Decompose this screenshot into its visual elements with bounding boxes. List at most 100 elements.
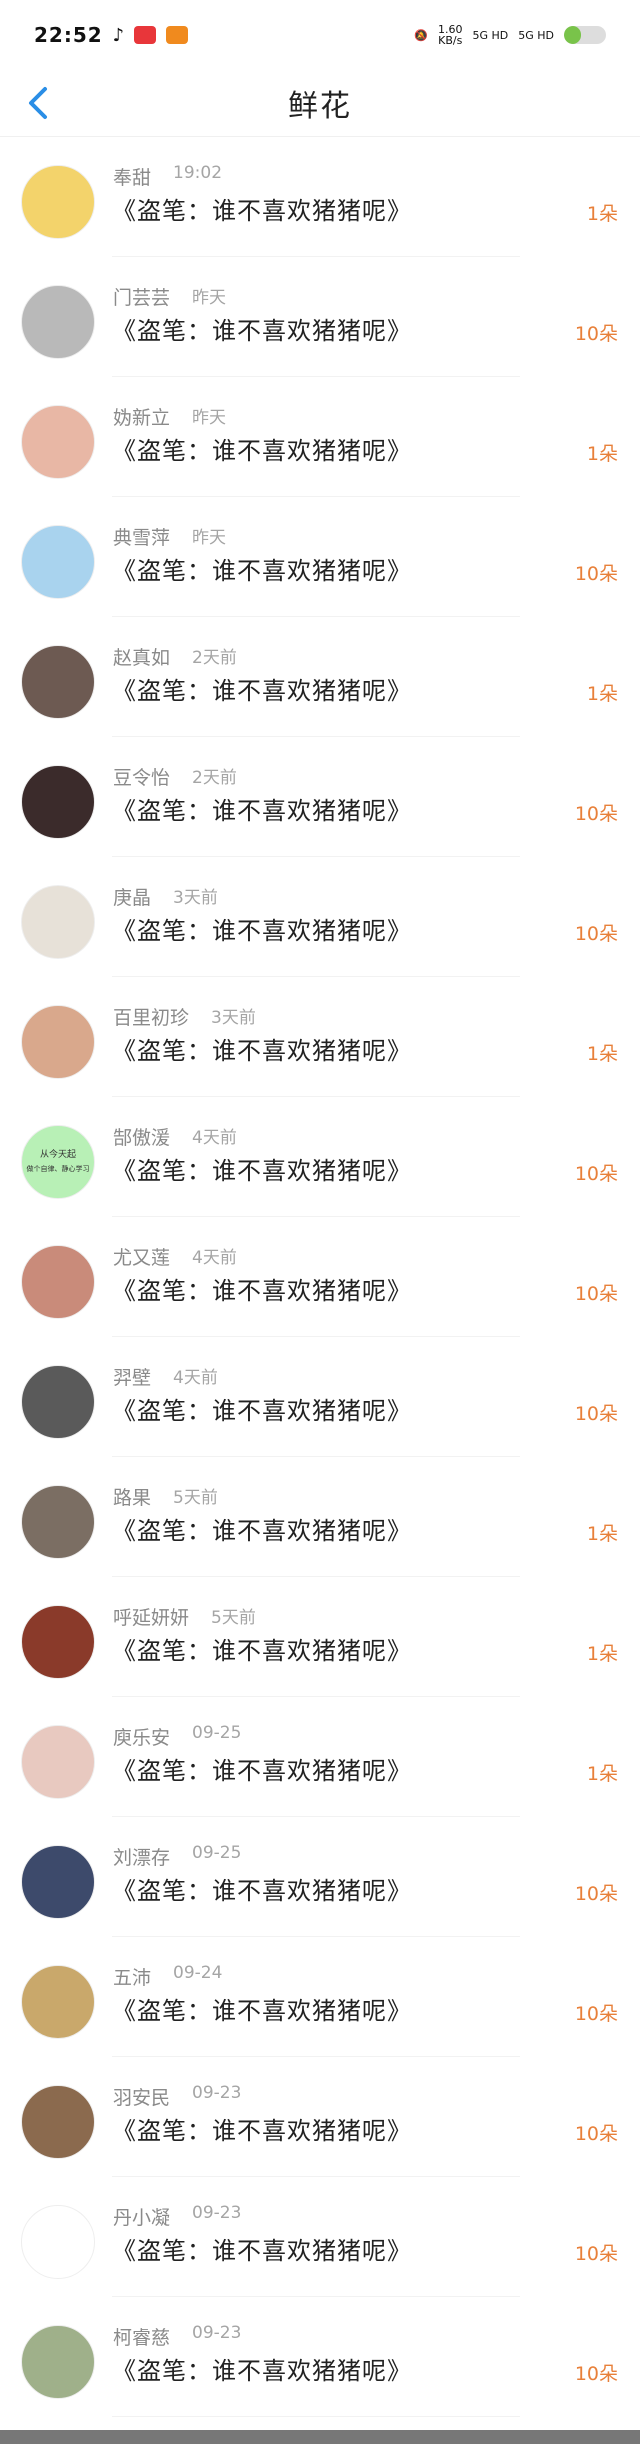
sender-name: 庚晶 <box>113 887 152 909</box>
page-title: 鲜花 <box>288 89 352 124</box>
flower-count: 1朵 <box>586 1763 618 1785</box>
avatar[interactable] <box>21 1845 95 1919</box>
avatar[interactable] <box>21 645 95 719</box>
taobao-icon <box>166 26 189 44</box>
list-item[interactable]: 门芸芸 昨天 《盗笔：谁不喜欢猪猪呢》 10朵 <box>0 257 640 377</box>
nav-bar: 鲜花 <box>0 70 640 137</box>
sender-name: 羽安民 <box>113 2087 171 2109</box>
book-title: 《盗笔：谁不喜欢猪猪呢》 <box>112 2237 412 2265</box>
sender-name: 郜傲湲 <box>113 1127 171 1149</box>
list-item[interactable]: 庾乐安 09-25 《盗笔：谁不喜欢猪猪呢》 1朵 <box>0 1697 640 1817</box>
list-item[interactable]: 羽安民 09-23 《盗笔：谁不喜欢猪猪呢》 10朵 <box>0 2057 640 2177</box>
book-title: 《盗笔：谁不喜欢猪猪呢》 <box>112 1637 412 1665</box>
sent-time: 3天前 <box>173 888 218 908</box>
book-title: 《盗笔：谁不喜欢猪猪呢》 <box>112 1157 412 1185</box>
list-item[interactable]: 五沛 09-24 《盗笔：谁不喜欢猪猪呢》 10朵 <box>0 1937 640 2057</box>
list-item[interactable]: 刘漂存 09-25 《盗笔：谁不喜欢猪猪呢》 10朵 <box>0 1817 640 1937</box>
status-bar: 22:52 ♪ 🔕 1.60 KB/s 5G HD 5G HD <box>0 0 640 70</box>
sent-time: 2天前 <box>192 648 237 668</box>
name-line: 奉甜 19:02 <box>113 163 222 190</box>
sent-time: 19:02 <box>173 163 223 183</box>
app-badge-icon <box>134 26 157 44</box>
flower-count: 10朵 <box>574 2003 618 2025</box>
flower-count: 10朵 <box>574 2363 618 2385</box>
name-line: 庚晶 3天前 <box>113 883 218 910</box>
avatar[interactable] <box>21 1485 95 1559</box>
flower-count: 1朵 <box>586 1043 618 1065</box>
avatar-text: 从今天起 <box>39 1150 76 1160</box>
sender-name: 门芸芸 <box>113 287 171 309</box>
sent-time: 09-23 <box>192 2323 242 2343</box>
sent-time: 3天前 <box>211 1008 256 1028</box>
list-item[interactable]: 豆令怡 2天前 《盗笔：谁不喜欢猪猪呢》 10朵 <box>0 737 640 857</box>
flower-count: 10朵 <box>574 1283 618 1305</box>
book-title: 《盗笔：谁不喜欢猪猪呢》 <box>112 2117 412 2145</box>
flower-count: 10朵 <box>574 1403 618 1425</box>
avatar[interactable] <box>21 1245 95 1319</box>
list-item[interactable]: 庚晶 3天前 《盗笔：谁不喜欢猪猪呢》 10朵 <box>0 857 640 977</box>
name-line: 呼延妍妍 5天前 <box>113 1603 256 1630</box>
avatar[interactable] <box>21 405 95 479</box>
sent-time: 09-24 <box>173 1963 223 1983</box>
avatar[interactable] <box>21 765 95 839</box>
avatar[interactable] <box>21 885 95 959</box>
name-line: 赵真如 2天前 <box>113 643 237 670</box>
sender-name: 呼延妍妍 <box>113 1607 190 1629</box>
list-item[interactable]: 尤又莲 4天前 《盗笔：谁不喜欢猪猪呢》 10朵 <box>0 1217 640 1337</box>
sent-time: 4天前 <box>192 1128 237 1148</box>
sender-name: 羿壁 <box>113 1367 152 1389</box>
net-speed: 1.60 KB/s <box>437 23 463 47</box>
flower-count: 1朵 <box>586 1523 618 1545</box>
name-line: 羿壁 4天前 <box>113 1363 218 1390</box>
sender-name: 妫新立 <box>113 407 171 429</box>
sent-time: 4天前 <box>173 1368 218 1388</box>
bottom-peek <box>0 2430 640 2444</box>
sent-time: 09-25 <box>192 1723 242 1743</box>
book-title: 《盗笔：谁不喜欢猪猪呢》 <box>112 1037 412 1065</box>
avatar[interactable] <box>21 2325 95 2399</box>
avatar[interactable] <box>21 2085 95 2159</box>
sent-time: 09-23 <box>192 2083 242 2103</box>
list-item[interactable]: 妫新立 昨天 《盗笔：谁不喜欢猪猪呢》 1朵 <box>0 377 640 497</box>
list-item[interactable]: 路果 5天前 《盗笔：谁不喜欢猪猪呢》 1朵 <box>0 1457 640 1577</box>
book-title: 《盗笔：谁不喜欢猪猪呢》 <box>112 1277 412 1305</box>
sender-name: 柯睿慈 <box>113 2327 171 2349</box>
notification-icon: ♪ <box>112 24 125 46</box>
list-item[interactable]: 典雪萍 昨天 《盗笔：谁不喜欢猪猪呢》 10朵 <box>0 497 640 617</box>
list-item[interactable]: 赵真如 2天前 《盗笔：谁不喜欢猪猪呢》 1朵 <box>0 617 640 737</box>
flower-count: 10朵 <box>574 803 618 825</box>
flower-count: 10朵 <box>574 323 618 345</box>
list-item[interactable]: 羿壁 4天前 《盗笔：谁不喜欢猪猪呢》 10朵 <box>0 1337 640 1457</box>
sender-name: 庾乐安 <box>113 1727 171 1749</box>
list-item[interactable]: 丹小凝 09-23 《盗笔：谁不喜欢猪猪呢》 10朵 <box>0 2177 640 2297</box>
sent-time: 5天前 <box>211 1608 256 1628</box>
flower-count: 10朵 <box>574 1883 618 1905</box>
book-title: 《盗笔：谁不喜欢猪猪呢》 <box>112 1997 412 2025</box>
sent-time: 昨天 <box>192 528 227 548</box>
list-item[interactable]: 呼延妍妍 5天前 《盗笔：谁不喜欢猪猪呢》 1朵 <box>0 1577 640 1697</box>
avatar[interactable] <box>21 1965 95 2039</box>
avatar[interactable] <box>21 1005 95 1079</box>
book-title: 《盗笔：谁不喜欢猪猪呢》 <box>112 1397 412 1425</box>
avatar[interactable] <box>21 2205 95 2279</box>
flower-list: 奉甜 19:02 《盗笔：谁不喜欢猪猪呢》 1朵 门芸芸 昨天 《盗笔：谁不喜欢… <box>0 137 640 2417</box>
list-item[interactable]: 奉甜 19:02 《盗笔：谁不喜欢猪猪呢》 1朵 <box>0 137 640 257</box>
list-item[interactable]: 柯睿慈 09-23 《盗笔：谁不喜欢猪猪呢》 10朵 <box>0 2297 640 2417</box>
avatar[interactable]: 从今天起 做个自律、静心学习 <box>21 1125 95 1199</box>
avatar[interactable] <box>21 1725 95 1799</box>
avatar[interactable] <box>21 1605 95 1679</box>
sent-time: 5天前 <box>173 1488 218 1508</box>
name-line: 门芸芸 昨天 <box>113 283 226 310</box>
list-item[interactable]: 从今天起 做个自律、静心学习 郜傲湲 4天前 《盗笔：谁不喜欢猪猪呢》 10朵 <box>0 1097 640 1217</box>
avatar[interactable] <box>21 285 95 359</box>
book-title: 《盗笔：谁不喜欢猪猪呢》 <box>112 1517 412 1545</box>
avatar[interactable] <box>21 525 95 599</box>
back-button[interactable] <box>20 84 56 122</box>
list-item[interactable]: 百里初珍 3天前 《盗笔：谁不喜欢猪猪呢》 1朵 <box>0 977 640 1097</box>
book-title: 《盗笔：谁不喜欢猪猪呢》 <box>112 917 412 945</box>
name-line: 豆令怡 2天前 <box>113 763 237 790</box>
avatar[interactable] <box>21 1365 95 1439</box>
avatar[interactable] <box>21 165 95 239</box>
flower-count: 1朵 <box>586 203 618 225</box>
chevron-left-icon <box>29 87 47 119</box>
